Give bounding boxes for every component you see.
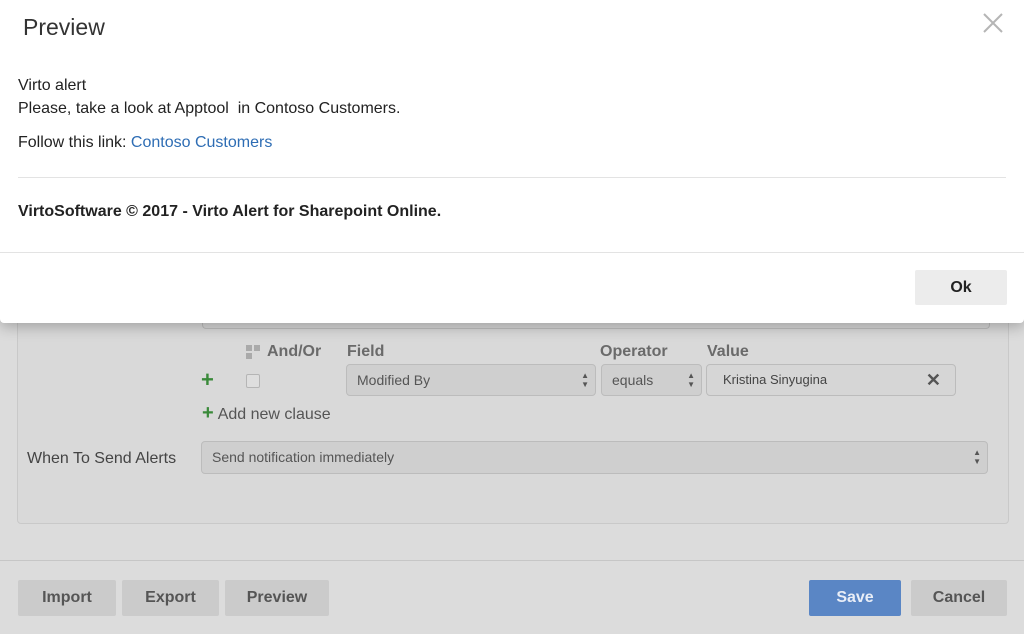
alert-body-text: Please, take a look at Apptool in Contos… [18,100,401,117]
add-new-clause-link[interactable]: + Add new clause [202,402,331,425]
when-to-send-label: When To Send Alerts [27,450,177,467]
value-header: Value [707,343,749,360]
field-header: Field [347,343,385,360]
field-select[interactable]: Modified By ▲ ▼ [346,364,596,396]
andor-header: And/Or [267,343,322,360]
cancel-button[interactable]: Cancel [911,580,1007,616]
copyright-footer: VirtoSoftware © 2017 - Virto Alert for S… [18,203,442,220]
import-button[interactable]: Import [18,580,116,616]
grid-icon [246,345,260,359]
add-new-clause-label: Add new clause [217,406,331,423]
export-button[interactable]: Export [122,580,219,616]
clear-value-icon[interactable]: ✕ [926,365,941,395]
operator-select[interactable]: equals ▲ ▼ [601,364,702,396]
field-select-value: Modified By [357,372,431,388]
operator-select-value: equals [612,372,654,388]
andor-checkbox[interactable] [246,374,260,388]
when-to-send-value: Send notification immediately [212,449,395,465]
value-input[interactable]: Kristina Sinyugina ✕ [706,364,956,396]
divider [18,177,1006,178]
follow-link-label: Follow this link: [18,134,131,151]
value-input-text: Kristina Sinyugina [723,372,828,387]
divider [0,252,1024,253]
preview-button[interactable]: Preview [225,580,329,616]
save-button[interactable]: Save [809,580,901,616]
preview-modal: Preview Virto alert Please, take a look … [0,0,1024,323]
modal-title: Preview [23,14,105,40]
follow-link-line: Follow this link: Contoso Customers [18,134,272,152]
contoso-customers-link[interactable]: Contoso Customers [131,134,272,151]
close-icon[interactable] [982,12,1006,36]
select-arrows-icon: ▲ ▼ [973,448,981,466]
conditions-panel [17,300,1009,524]
alert-title-text: Virto alert [18,77,87,94]
select-arrows-icon: ▲ ▼ [581,371,589,389]
select-arrows-icon: ▲ ▼ [687,371,695,389]
operator-header: Operator [600,343,668,360]
ok-button[interactable]: Ok [915,270,1007,305]
when-to-send-select[interactable]: Send notification immediately ▲ ▼ [201,441,988,474]
plus-icon: + [202,402,214,424]
add-row-plus-icon[interactable]: + [201,369,214,391]
